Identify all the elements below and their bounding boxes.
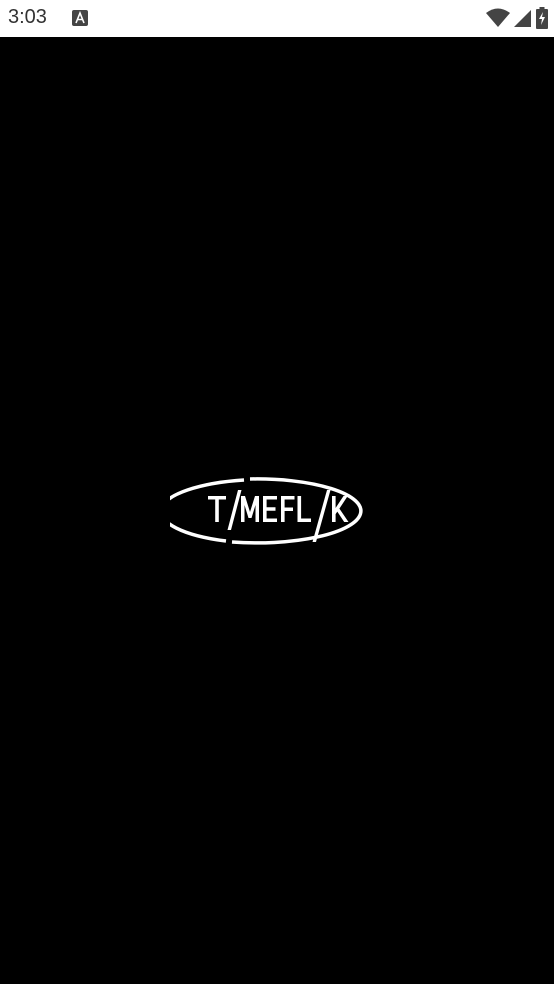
wifi-icon <box>486 8 510 27</box>
splash-screen <box>0 37 554 984</box>
timeflik-logo <box>170 477 363 545</box>
status-time: 3:03 <box>8 6 47 28</box>
status-icons <box>486 6 548 30</box>
notification-a-icon <box>72 10 88 26</box>
signal-icon <box>514 10 531 27</box>
status-bar: 3:03 <box>0 0 554 37</box>
battery-charging-icon <box>536 7 548 29</box>
